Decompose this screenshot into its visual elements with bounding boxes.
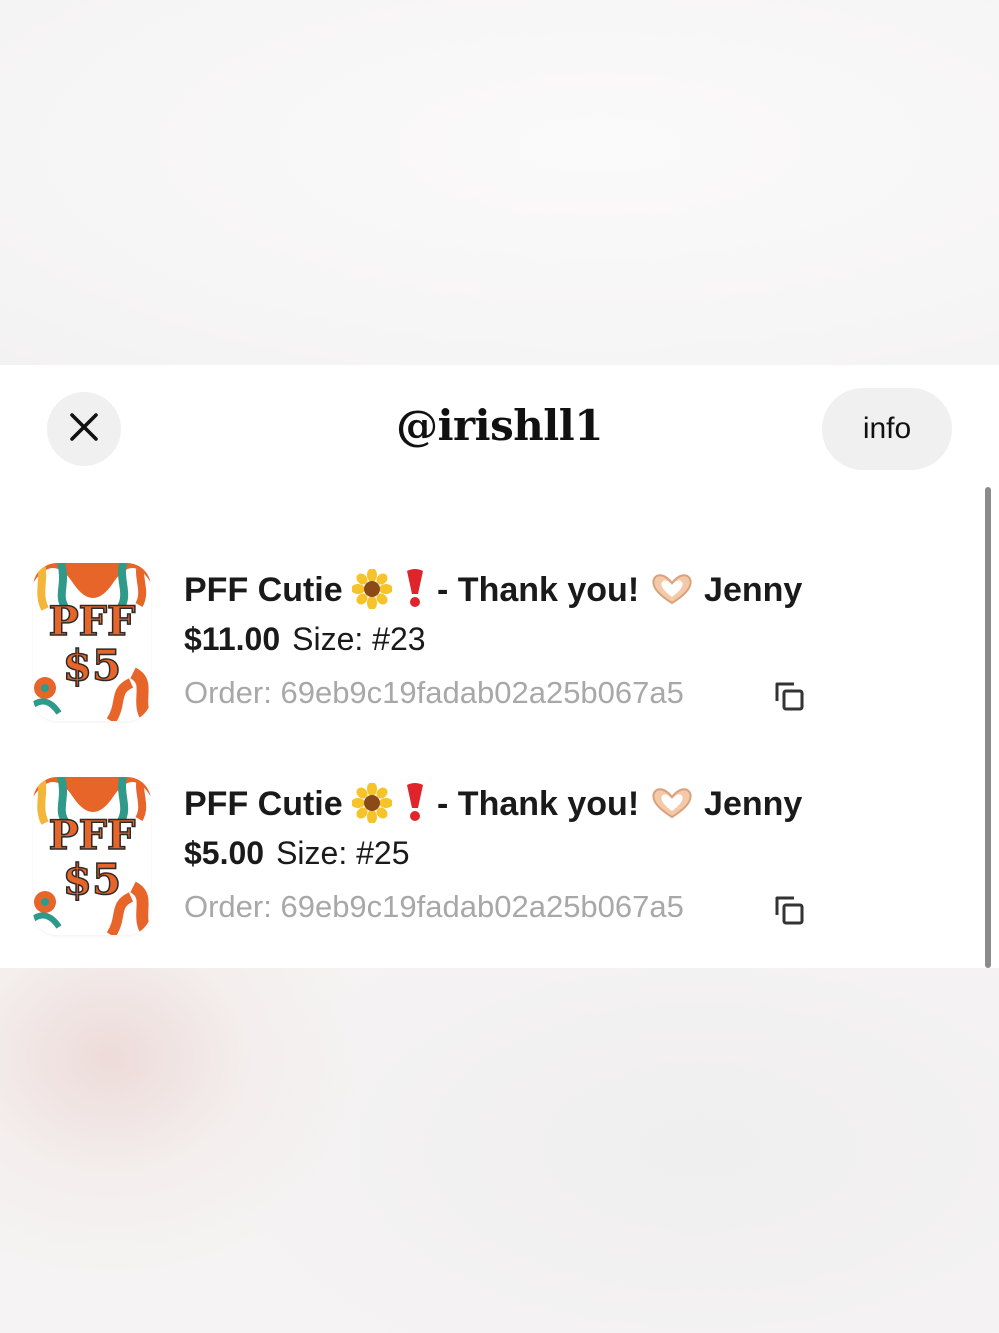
background-top <box>0 0 999 365</box>
orders-sheet: @irishll1 info PFF $5 PFF Cutie - Thank … <box>0 365 999 968</box>
item-title: PFF Cutie - Thank you! Jenny <box>184 567 802 610</box>
product-thumbnail: PFF $5 <box>33 563 151 721</box>
red-exclamation-icon <box>402 783 437 823</box>
item-price: $5.00 <box>184 835 265 871</box>
item-title: PFF Cutie - Thank you! Jenny <box>184 781 802 824</box>
copy-icon[interactable] <box>772 893 808 929</box>
item-size: Size: #23 <box>292 621 426 657</box>
scrollbar[interactable] <box>985 487 991 968</box>
sunflower-icon <box>351 568 401 610</box>
order-id: Order: 69eb9c19fadab02a25b067a5 <box>184 889 684 924</box>
order-id: Order: 69eb9c19fadab02a25b067a5 <box>184 675 684 710</box>
heart-hands-icon <box>649 571 704 609</box>
item-price: $11.00 <box>184 621 281 657</box>
item-title-part2: - Thank you! <box>437 571 640 609</box>
red-exclamation-icon <box>402 569 437 609</box>
info-button[interactable]: info <box>822 388 952 470</box>
thumb-text-pff: PFF <box>49 812 136 859</box>
page-title: @irishll1 <box>396 401 603 450</box>
thumb-text-price: $5 <box>63 641 121 690</box>
close-button[interactable] <box>47 392 121 466</box>
item-title-part3: Jenny <box>704 571 803 609</box>
list-item[interactable]: PFF $5 PFF Cutie <box>0 563 960 743</box>
product-thumbnail: PFF $5 <box>33 777 151 935</box>
close-icon <box>67 410 101 449</box>
list-item[interactable]: PFF $5 PFF Cutie <box>0 777 960 957</box>
item-size: Size: #25 <box>276 835 410 871</box>
item-price-size: $5.00 Size: #25 <box>184 835 410 872</box>
background-bottom <box>0 968 999 1333</box>
item-title-part2: - Thank you! <box>437 785 640 823</box>
item-price-size: $11.00 Size: #23 <box>184 621 426 658</box>
sunflower-icon <box>351 782 401 824</box>
item-title-part3: Jenny <box>704 785 803 823</box>
thumb-text-pff: PFF <box>49 598 136 645</box>
copy-icon[interactable] <box>772 679 808 715</box>
item-title-part1: PFF Cutie <box>184 571 343 609</box>
heart-hands-icon <box>649 785 704 823</box>
thumb-text-price: $5 <box>63 855 121 904</box>
item-title-part1: PFF Cutie <box>184 785 343 823</box>
